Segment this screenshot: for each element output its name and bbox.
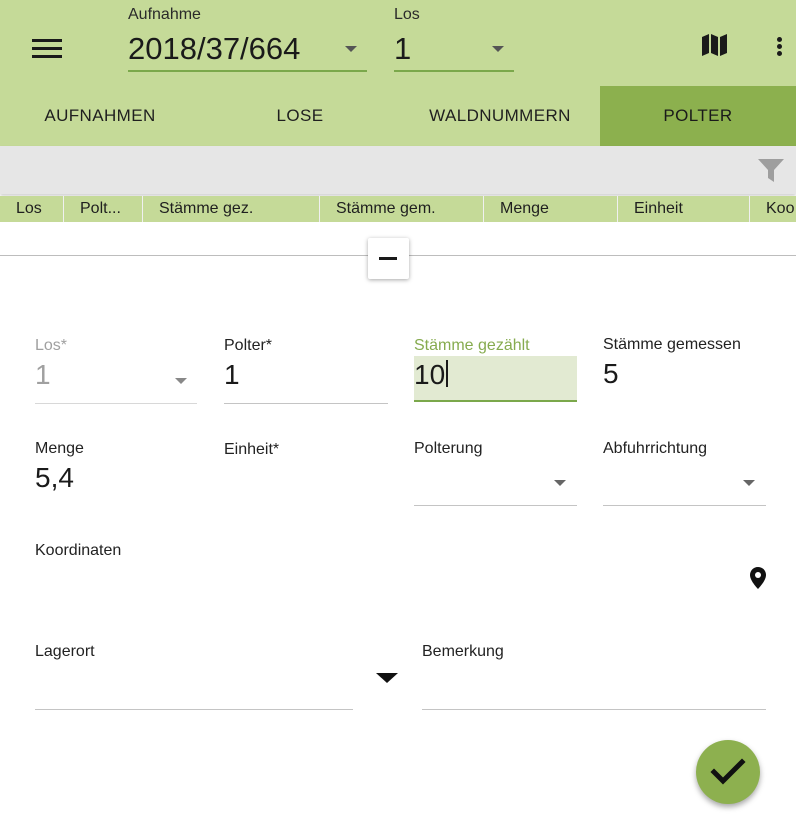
aufnahme-value: 2018/37/664 [128,31,301,66]
lagerort-label: Lagerort [35,643,95,660]
lagerort-dropdown-icon[interactable] [376,673,398,683]
table-header: Los Polt... Stämme gez. Stämme gem. Meng… [0,196,796,222]
menge-label: Menge [35,440,84,457]
filter-icon[interactable] [757,156,785,184]
los-field-value: 1 [35,359,51,390]
text-cursor [446,360,449,387]
aufnahme-label: Aufnahme [128,6,201,23]
staemme-gezaehlt-value: 10 [414,359,449,391]
bemerkung-field[interactable]: Bemerkung [422,643,766,711]
column-header-staemme-gem[interactable]: Stämme gem. [320,196,484,222]
collapse-button[interactable] [368,238,409,279]
aufnahme-select[interactable]: Aufnahme 2018/37/664 [128,0,367,86]
chevron-down-icon [492,46,504,52]
polter-field-value: 1 [224,359,240,390]
tab-polter[interactable]: POLTER [600,86,796,146]
tab-bar: AUFNAHMEN LOSE WALDNUMMERN POLTER [0,86,796,146]
column-header-los[interactable]: Los [0,196,64,222]
einheit-label: Einheit* [224,441,280,458]
polterung-select[interactable]: Polterung [414,440,577,508]
polter-field-label: Polter* [224,337,273,354]
los-value: 1 [394,31,412,66]
bemerkung-label: Bemerkung [422,643,504,660]
staemme-gemessen-label: Stämme gemessen [603,336,741,353]
koordinaten-field[interactable]: Koordinaten [35,542,735,592]
column-header-koordinaten[interactable]: Koo [750,196,796,222]
staemme-gezaehlt-label: Stämme gezählt [414,337,530,354]
check-icon [710,758,746,785]
more-vert-icon[interactable] [770,35,790,57]
location-pin-icon[interactable] [748,566,768,590]
app-bar: Aufnahme 2018/37/664 Los 1 [0,0,796,86]
polterung-label: Polterung [414,440,483,457]
staemme-gezaehlt-field[interactable]: Stämme gezählt 10 [414,337,577,405]
menu-icon[interactable] [30,36,66,62]
los-field-label: Los* [35,337,68,354]
staemme-gemessen-value: 5 [603,358,619,389]
abfuhrrichtung-label: Abfuhrrichtung [603,440,708,457]
column-header-polter[interactable]: Polt... [64,196,143,222]
chevron-down-icon [175,378,187,384]
filter-bar [0,146,796,194]
koordinaten-label: Koordinaten [35,542,122,559]
polter-field[interactable]: Polter* 1 [224,337,388,405]
los-label: Los [394,6,420,23]
chevron-down-icon [554,480,566,486]
column-header-einheit[interactable]: Einheit [618,196,750,222]
los-underline [394,70,514,72]
column-header-menge[interactable]: Menge [484,196,618,222]
menge-field[interactable]: Menge 5,4 [35,440,197,508]
lagerort-field[interactable]: Lagerort [35,643,353,711]
chevron-down-icon [345,46,357,52]
los-field[interactable]: Los* 1 [35,337,197,405]
einheit-field[interactable]: Einheit* [224,441,388,509]
column-header-staemme-gez[interactable]: Stämme gez. [143,196,320,222]
aufnahme-underline [128,70,367,72]
map-icon[interactable] [701,33,729,57]
menge-value: 5,4 [35,462,74,493]
minus-icon [379,257,397,260]
tab-waldnummern[interactable]: WALDNUMMERN [400,86,600,146]
tab-lose[interactable]: LOSE [200,86,400,146]
save-button[interactable] [696,740,760,804]
staemme-gemessen-field[interactable]: Stämme gemessen 5 [603,336,766,404]
chevron-down-icon [743,480,755,486]
abfuhrrichtung-select[interactable]: Abfuhrrichtung [603,440,766,508]
tab-aufnahmen[interactable]: AUFNAHMEN [0,86,200,146]
los-select[interactable]: Los 1 [394,0,514,86]
